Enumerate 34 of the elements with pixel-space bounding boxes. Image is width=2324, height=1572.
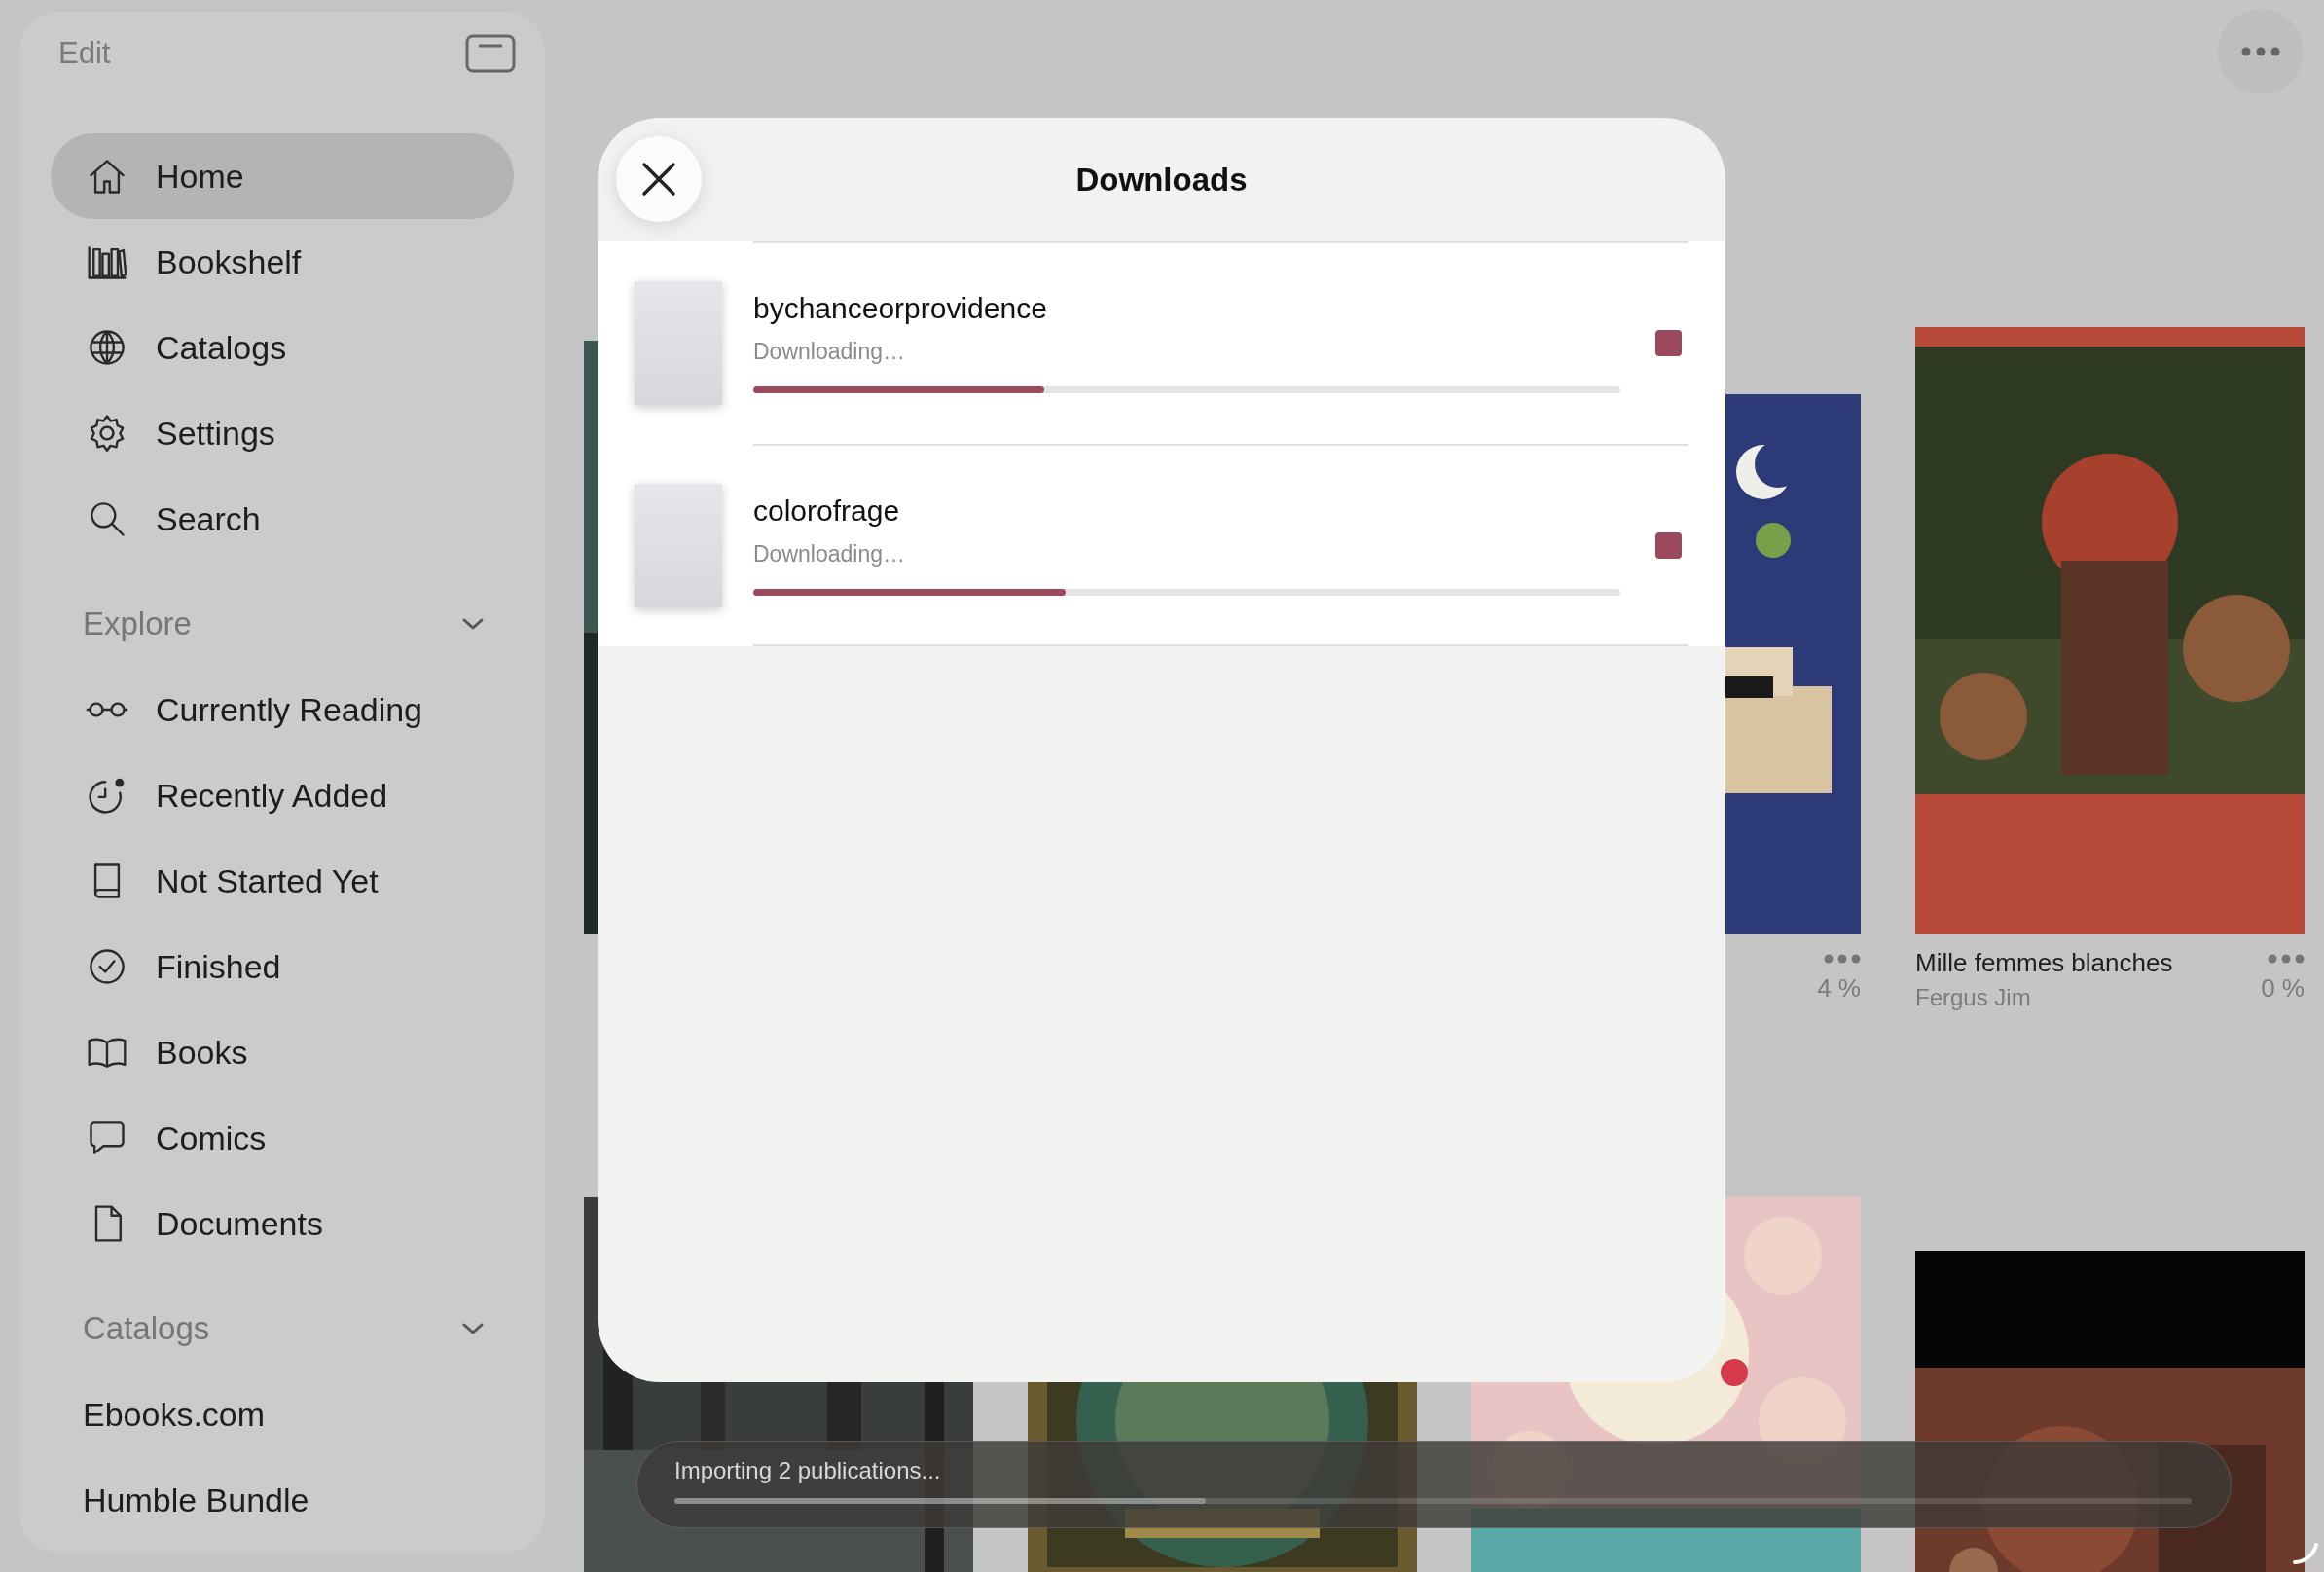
sidebar-item[interactable]: Home [51,133,514,219]
download-name: bychanceorprovidence [753,292,1048,325]
more-icon[interactable] [2268,954,2305,964]
sidebar-item[interactable]: Comics [51,1095,514,1181]
spinner-icon [2293,1543,2318,1564]
chevron-icon [461,1321,485,1336]
sidebar-item[interactable]: Ebooks.com [51,1371,514,1457]
import-status: Importing 2 publications... [674,1457,942,1484]
book-author: Fergus Jim [1915,984,2032,1011]
sidebar-item[interactable]: Currently Reading [51,667,514,752]
chevron-icon [461,616,485,632]
sheet-title: Downloads [1075,161,1248,199]
sidebar-item[interactable]: Bookshelf [51,219,514,305]
close-icon [641,162,676,197]
sidebar-item[interactable]: Finished [51,924,514,1009]
book-title: Mille femmes blanches [1915,948,2173,978]
stop-button[interactable] [1655,329,1682,356]
more-icon[interactable] [1824,954,1861,964]
sidebar-item[interactable]: Settings [51,390,514,476]
sidebar-item[interactable]: Not Started Yet [51,838,514,924]
download-status: Downloading… [753,339,906,365]
percent-label: 4 % [1817,973,1861,1004]
sidebar-item[interactable]: Documents [51,1181,514,1266]
percent-label: 0 % [2261,973,2305,1004]
download-status: Downloading… [753,541,906,567]
sidebar-item[interactable]: Recently Added [51,752,514,838]
sidebar-item[interactable]: Humble Bundle [51,1457,514,1543]
sidebar-item[interactable]: Catalogs [51,305,514,390]
download-name: colorofrage [753,494,901,528]
stop-button[interactable] [1655,531,1682,559]
more-icon [2241,47,2280,56]
sidebar-toggle-icon[interactable] [465,34,516,73]
sidebar-item[interactable]: Search [51,476,514,562]
sidebar-item[interactable]: Books [51,1009,514,1095]
